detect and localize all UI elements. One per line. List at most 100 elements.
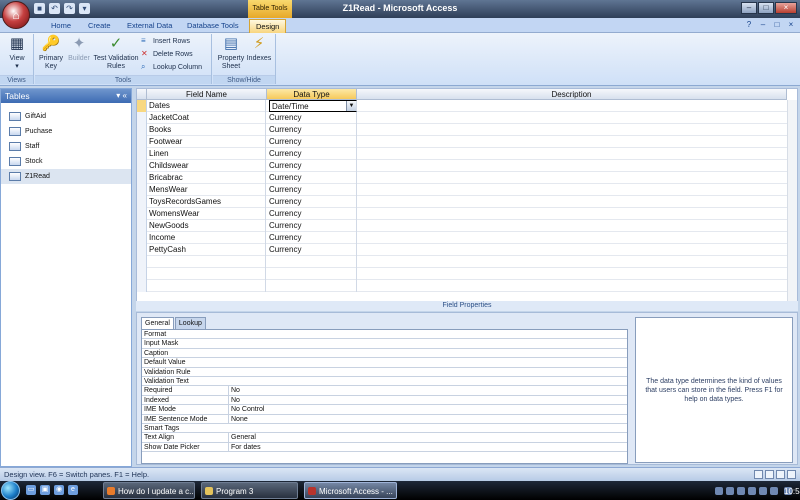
field-name-cell[interactable]: WomensWear <box>149 208 266 220</box>
data-type-cell[interactable]: Currency <box>269 148 357 160</box>
description-cell[interactable] <box>357 196 787 208</box>
property-value[interactable]: No <box>228 386 625 396</box>
field-name-cell[interactable] <box>149 268 266 280</box>
table-row[interactable]: Footwear Currency <box>137 136 787 148</box>
table-row[interactable]: Income Currency <box>137 232 787 244</box>
field-name-cell[interactable]: Books <box>149 124 266 136</box>
nav-item-giftaid[interactable]: GiftAid <box>1 109 131 124</box>
maximize-icon[interactable]: □ <box>758 2 774 14</box>
row-selector[interactable] <box>137 160 147 172</box>
primary-key-button[interactable]: 🔑 Primary Key <box>37 34 65 71</box>
ribbon-minimize-icon[interactable]: – <box>758 20 768 30</box>
field-name-cell[interactable]: ToysRecordsGames <box>149 196 266 208</box>
data-type-cell[interactable]: Currency <box>269 112 357 124</box>
field-name-cell[interactable]: Linen <box>149 148 266 160</box>
dropdown-arrow-icon[interactable]: ▼ <box>346 101 356 111</box>
property-row[interactable]: Format <box>142 330 627 340</box>
table-row[interactable]: MensWear Currency <box>137 184 787 196</box>
test-validation-rules-button[interactable]: ✓ Test Validation Rules <box>93 34 139 71</box>
field-name-cell[interactable]: Footwear <box>149 136 266 148</box>
row-selector[interactable] <box>137 172 147 184</box>
description-cell[interactable] <box>357 112 787 124</box>
data-type-cell[interactable] <box>269 268 357 280</box>
row-selector[interactable] <box>137 256 147 268</box>
table-row[interactable]: Childswear Currency <box>137 160 787 172</box>
field-name-cell[interactable]: Childswear <box>149 160 266 172</box>
row-selector[interactable] <box>137 196 147 208</box>
close-icon[interactable]: × <box>775 2 797 14</box>
row-selector[interactable] <box>137 112 147 124</box>
description-cell[interactable] <box>357 232 787 244</box>
property-value[interactable]: General <box>228 433 625 443</box>
taskbar-button-program3[interactable]: Program 3 <box>201 482 298 499</box>
property-row[interactable]: Validation Rule <box>142 368 627 377</box>
tab-design[interactable]: Design <box>249 19 287 33</box>
data-type-cell[interactable]: Currency <box>269 184 357 196</box>
row-selector[interactable] <box>137 220 147 232</box>
description-cell[interactable] <box>357 256 787 268</box>
row-selector[interactable] <box>137 280 147 292</box>
switch-windows-icon[interactable]: ▣ <box>40 485 50 495</box>
datasheet-view-icon[interactable] <box>754 470 763 479</box>
taskbar-button-access[interactable]: Microsoft Access - ... <box>304 482 397 499</box>
view-button[interactable]: ▦ View ▾ <box>3 34 31 71</box>
property-row[interactable]: Indexed No <box>142 395 627 406</box>
row-selector[interactable] <box>137 184 147 196</box>
table-row[interactable]: Bricabrac Currency <box>137 172 787 184</box>
ribbon-restore-icon[interactable]: □ <box>772 20 782 30</box>
property-value[interactable]: For dates <box>228 442 625 453</box>
field-name-cell[interactable]: Income <box>149 232 266 244</box>
description-cell[interactable] <box>357 124 787 136</box>
property-row[interactable]: Smart Tags <box>142 424 627 434</box>
field-name-cell[interactable]: JacketCoat <box>149 112 266 124</box>
table-row[interactable]: Linen Currency <box>137 148 787 160</box>
office-button[interactable]: ⌂ <box>2 1 30 29</box>
minimize-icon[interactable]: – <box>741 2 757 14</box>
description-cell[interactable] <box>357 280 787 292</box>
field-name-cell[interactable]: NewGoods <box>149 220 266 232</box>
property-row[interactable]: Text Align General <box>142 433 627 443</box>
design-view-icon[interactable] <box>787 470 796 479</box>
collapse-pane-icon[interactable]: « <box>123 91 127 100</box>
field-name-cell[interactable]: Bricabrac <box>149 172 266 184</box>
description-cell[interactable] <box>357 220 787 232</box>
ribbon-close-icon[interactable]: × <box>786 20 796 30</box>
table-row[interactable]: NewGoods Currency <box>137 220 787 232</box>
row-selector[interactable] <box>137 208 147 220</box>
vertical-scrollbar[interactable] <box>787 100 797 301</box>
property-row[interactable]: Required No <box>142 386 627 396</box>
table-row[interactable]: JacketCoat Currency <box>137 112 787 124</box>
data-type-cell[interactable]: Date/Time ▼ <box>269 100 357 112</box>
data-type-cell[interactable] <box>269 256 357 268</box>
field-name-cell[interactable]: Dates <box>149 100 266 112</box>
table-row[interactable]: PettyCash Currency <box>137 244 787 256</box>
property-row[interactable]: Validation Text <box>142 377 627 387</box>
data-type-cell[interactable]: Currency <box>269 244 357 256</box>
firefox-icon[interactable]: ◉ <box>54 485 64 495</box>
insert-rows-button[interactable]: ≡ Insert Rows <box>141 35 190 47</box>
property-value[interactable]: No Control <box>228 405 625 415</box>
property-row[interactable]: Show Date Picker For dates <box>142 442 627 453</box>
property-row[interactable]: Input Mask <box>142 339 627 349</box>
tab-create[interactable]: Create <box>88 19 111 33</box>
row-selector[interactable] <box>137 232 147 244</box>
empty-row[interactable] <box>137 268 787 280</box>
row-selector[interactable] <box>137 268 147 280</box>
tab-home[interactable]: Home <box>51 19 71 33</box>
tab-external-data[interactable]: External Data <box>127 19 172 33</box>
data-type-cell[interactable]: Currency <box>269 208 357 220</box>
property-row[interactable]: IME Mode No Control <box>142 405 627 415</box>
data-type-cell[interactable]: Currency <box>269 196 357 208</box>
description-cell[interactable] <box>357 148 787 160</box>
description-cell[interactable] <box>357 172 787 184</box>
data-type-cell[interactable]: Currency <box>269 124 357 136</box>
start-button[interactable] <box>1 481 20 500</box>
tab-lookup[interactable]: Lookup <box>174 317 206 329</box>
field-name-cell[interactable] <box>149 256 266 268</box>
property-value[interactable]: No <box>228 395 625 406</box>
field-name-cell[interactable]: MensWear <box>149 184 266 196</box>
description-cell[interactable] <box>357 100 787 112</box>
table-row[interactable]: ToysRecordsGames Currency <box>137 196 787 208</box>
tray-chevron-icon[interactable] <box>715 486 723 495</box>
security-icon[interactable] <box>748 486 756 495</box>
